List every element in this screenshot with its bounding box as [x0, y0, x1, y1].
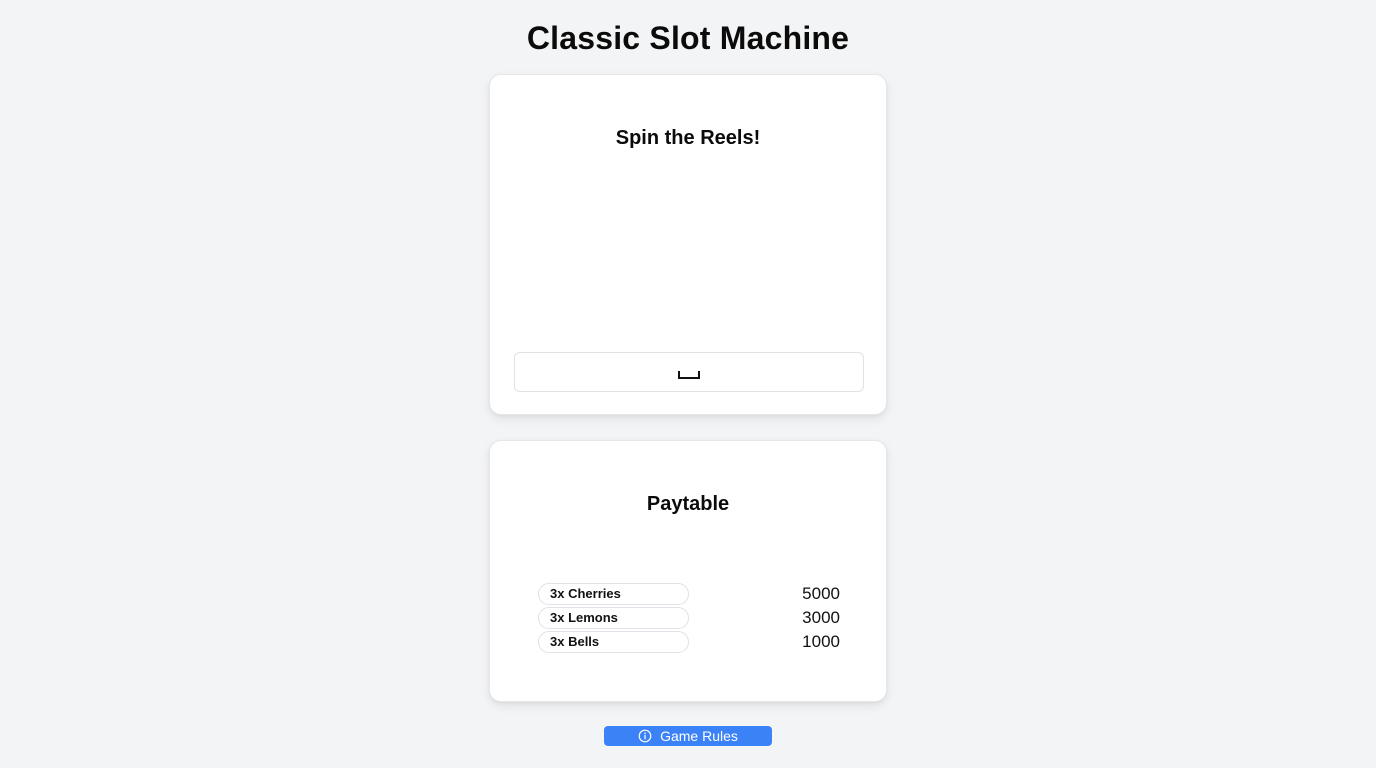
paytable-row-value: 1000 [802, 632, 840, 651]
slot-machine-card: Spin the Reels! [489, 74, 887, 415]
game-rules-button[interactable]: Game Rules [604, 726, 772, 746]
paytable-row: 3x Bells 1000 [538, 630, 840, 654]
paytable-row-label: 3x Lemons [538, 607, 689, 629]
spin-input[interactable] [514, 352, 864, 392]
page-title: Classic Slot Machine [526, 20, 850, 56]
paytable-row: 3x Lemons 3000 [538, 606, 840, 630]
paytable-heading: Paytable [646, 493, 730, 515]
slot-card-heading: Spin the Reels! [615, 127, 761, 149]
paytable-card: Paytable 3x Cherries 5000 3x Lemons 3000… [489, 440, 887, 702]
reel-area [514, 175, 864, 335]
paytable-row: 3x Cherries 5000 [538, 582, 840, 606]
info-icon [638, 729, 652, 743]
game-rules-button-label: Game Rules [660, 728, 738, 744]
paytable-list: 3x Cherries 5000 3x Lemons 3000 3x Bells… [538, 582, 840, 654]
paytable-row-value: 5000 [802, 584, 840, 603]
paytable-row-label: 3x Cherries [538, 583, 689, 605]
paytable-row-value: 3000 [802, 608, 840, 627]
paytable-row-label: 3x Bells [538, 631, 689, 653]
